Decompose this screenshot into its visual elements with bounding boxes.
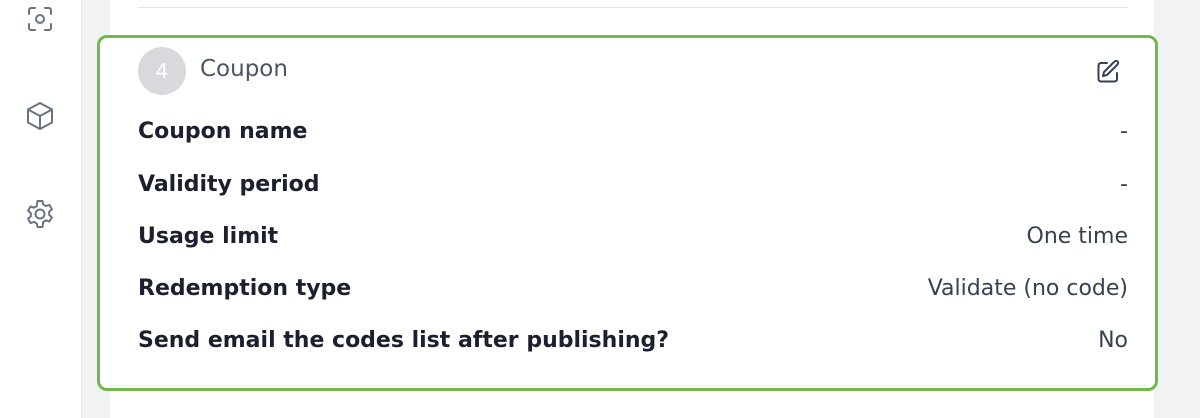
divider <box>110 385 1146 386</box>
detail-row-coupon-name: Coupon name - <box>138 113 1128 149</box>
box-icon[interactable] <box>23 99 57 133</box>
divider <box>138 7 1128 8</box>
row-label: Coupon name <box>138 118 308 144</box>
step-badge: 4 <box>138 47 186 95</box>
row-label: Redemption type <box>138 275 352 301</box>
edit-icon[interactable] <box>1091 55 1125 89</box>
gear-icon[interactable] <box>23 197 57 231</box>
row-value: No <box>1098 327 1128 353</box>
section-title: Coupon <box>200 56 288 82</box>
detail-row-usage-limit: Usage limit One time <box>138 218 1128 254</box>
scan-icon[interactable] <box>23 2 57 36</box>
row-label: Usage limit <box>138 223 279 249</box>
row-label: Validity period <box>138 171 320 197</box>
row-value: - <box>1120 118 1128 144</box>
detail-row-redemption-type: Redemption type Validate (no code) <box>138 270 1128 306</box>
row-value: Validate (no code) <box>927 275 1128 301</box>
coupon-section: 4 Coupon Coupon name - Validity period -… <box>97 35 1158 391</box>
detail-row-send-email: Send email the codes list after publishi… <box>138 322 1128 358</box>
row-value: One time <box>1026 223 1129 249</box>
detail-row-validity-period: Validity period - <box>138 166 1128 202</box>
sidebar <box>0 0 82 418</box>
row-label: Send email the codes list after publishi… <box>138 327 670 353</box>
row-value: - <box>1120 171 1128 197</box>
